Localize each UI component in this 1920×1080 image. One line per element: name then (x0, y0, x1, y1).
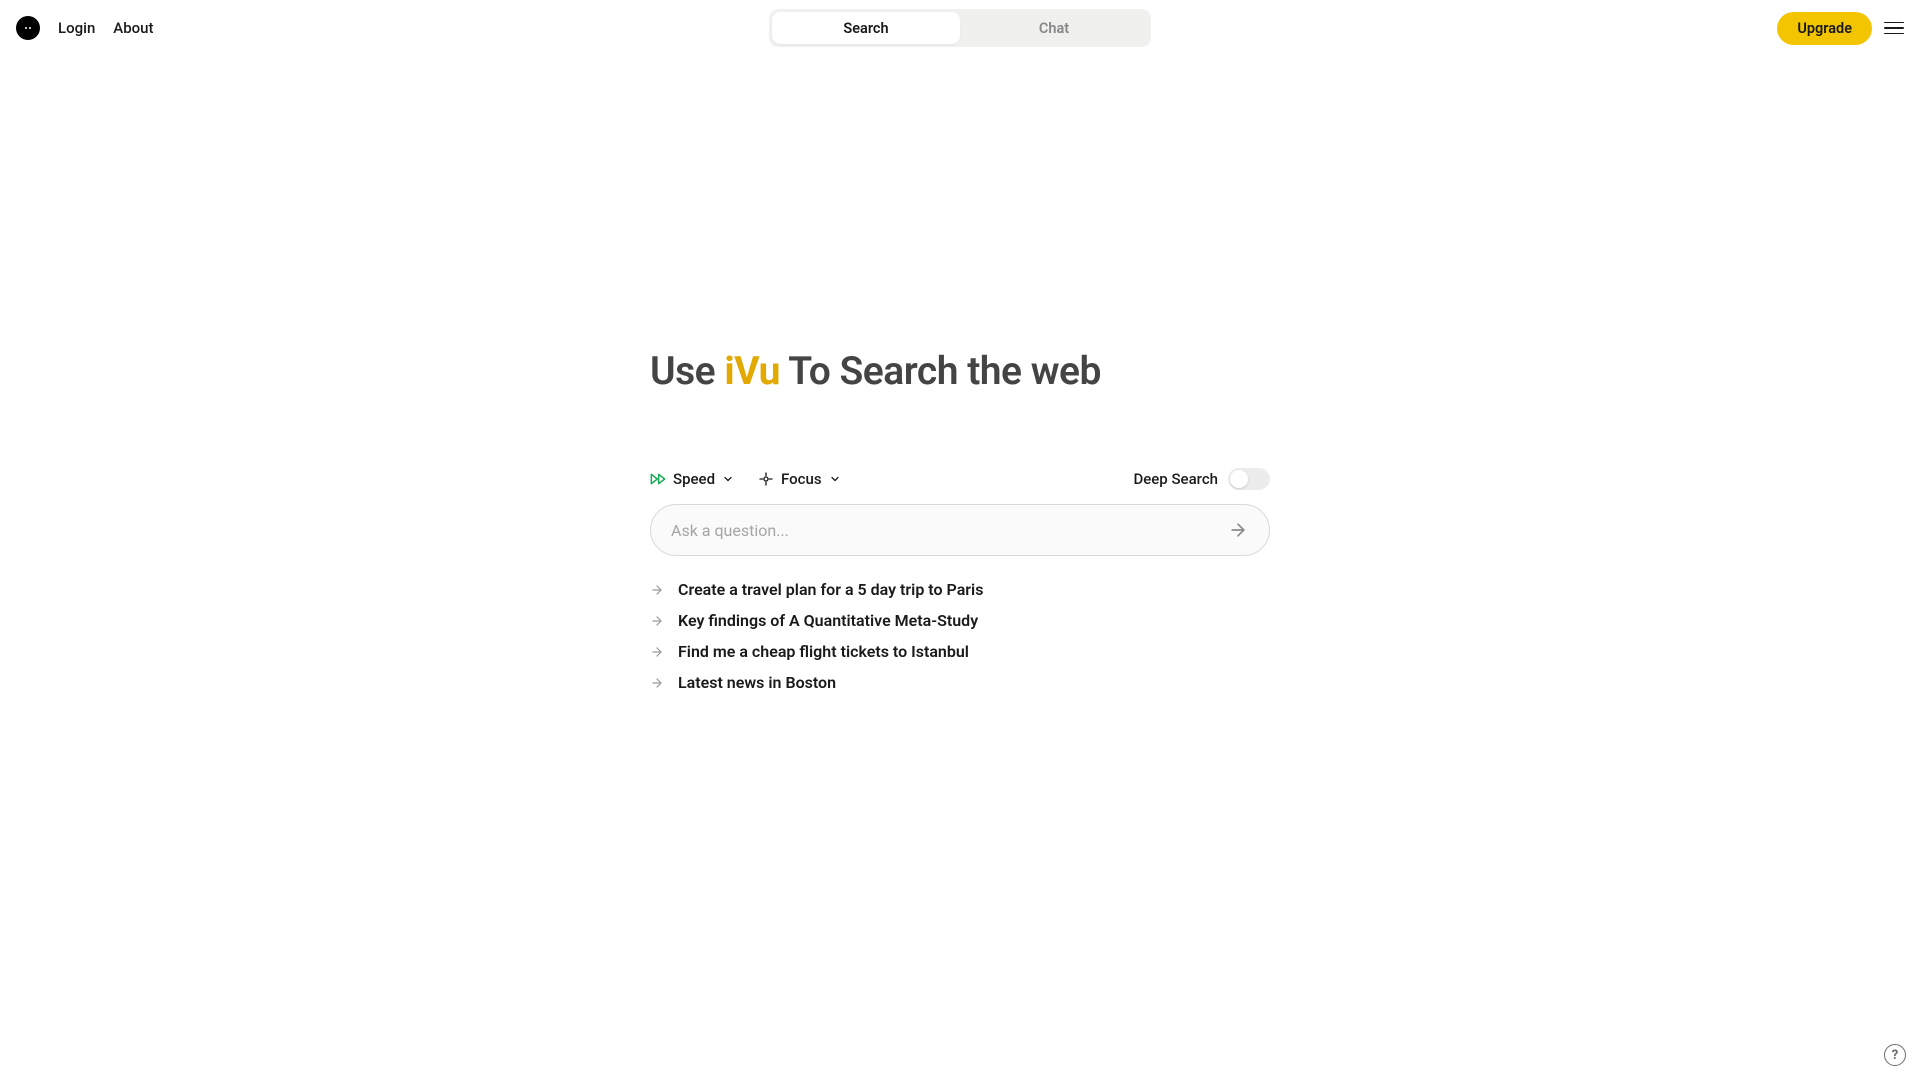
speed-label: Speed (673, 470, 715, 488)
search-input[interactable] (671, 521, 1227, 540)
arrow-right-icon (1228, 520, 1248, 540)
chevron-down-icon (722, 473, 734, 485)
hero-suffix: Search the web (839, 348, 1100, 394)
suggestions-list: Create a travel plan for a 5 day trip to… (650, 580, 1270, 692)
mode-switch: Search Chat (769, 9, 1151, 47)
suggestion-text: Create a travel plan for a 5 day trip to… (678, 580, 983, 599)
fast-forward-icon (650, 471, 666, 487)
tab-chat[interactable]: Chat (960, 12, 1148, 44)
suggestion-item[interactable]: Latest news in Boston (650, 673, 1270, 692)
arrow-right-icon (650, 676, 664, 690)
arrow-right-icon (650, 583, 664, 597)
arrow-right-icon (650, 614, 664, 628)
page-title: Use iVu To Search the web (650, 348, 1270, 394)
focus-label: Focus (781, 470, 822, 488)
suggestion-text: Key findings of A Quantitative Meta-Stud… (678, 611, 978, 630)
tab-search[interactable]: Search (772, 12, 960, 44)
hero-brand: iVu (724, 348, 780, 394)
search-box (650, 504, 1270, 556)
focus-dropdown[interactable]: Focus (758, 470, 841, 488)
focus-icon (758, 471, 774, 487)
suggestion-item[interactable]: Key findings of A Quantitative Meta-Stud… (650, 611, 1270, 630)
chevron-down-icon (829, 473, 841, 485)
about-link[interactable]: About (113, 19, 153, 37)
deep-search-toggle[interactable] (1228, 468, 1270, 490)
submit-button[interactable] (1227, 519, 1249, 541)
login-link[interactable]: Login (58, 19, 95, 37)
speed-dropdown[interactable]: Speed (650, 470, 734, 488)
hero-mid: To (780, 348, 840, 394)
upgrade-button[interactable]: Upgrade (1777, 12, 1872, 45)
hero-prefix: Use (650, 348, 724, 394)
menu-icon[interactable] (1884, 18, 1904, 38)
help-button[interactable]: ? (1884, 1044, 1906, 1066)
suggestion-text: Latest news in Boston (678, 673, 836, 692)
suggestion-item[interactable]: Find me a cheap flight tickets to Istanb… (650, 642, 1270, 661)
suggestion-text: Find me a cheap flight tickets to Istanb… (678, 642, 969, 661)
help-icon: ? (1892, 1048, 1898, 1063)
logo-icon[interactable] (16, 16, 40, 40)
suggestion-item[interactable]: Create a travel plan for a 5 day trip to… (650, 580, 1270, 599)
arrow-right-icon (650, 645, 664, 659)
deep-search-label: Deep Search (1133, 470, 1218, 488)
